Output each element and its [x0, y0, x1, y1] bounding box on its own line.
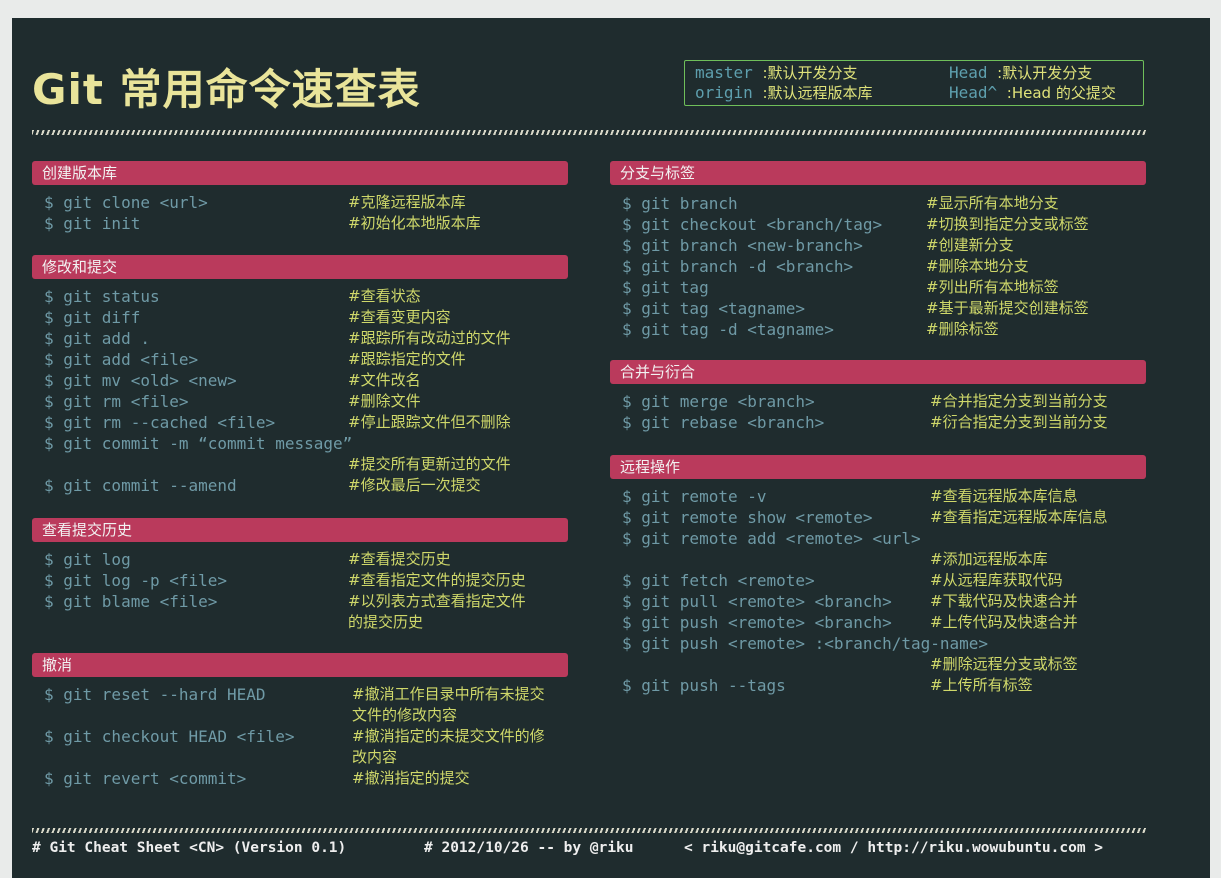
top-divider [32, 130, 1146, 135]
command-description: #删除文件 [348, 392, 421, 410]
legend-value: :默认开发分支 [997, 64, 1093, 82]
legend-key: master [695, 63, 763, 82]
footer-version: # Git Cheat Sheet <CN> (Version 0.1) [32, 840, 347, 856]
footer-contact: < riku@gitcafe.com / http://riku.wowubun… [684, 840, 1104, 856]
command-text: $ git status [44, 287, 160, 306]
command-text: $ git push <remote> :<branch/tag-name> [622, 634, 989, 653]
command-text: $ git clone <url> [44, 193, 208, 212]
command-text: $ git rm --cached <file> [44, 413, 276, 432]
page-title: Git 常用命令速查表 [32, 65, 421, 114]
command-text: $ git add <file> [44, 350, 199, 369]
legend-item: Head :默认开发分支 [949, 63, 1092, 83]
legend-item: Head^ :Head 的父提交 [949, 83, 1116, 103]
command-description: #基于最新提交创建标签 [926, 299, 1089, 317]
command-text: $ git revert <commit> [44, 769, 247, 788]
command-description: #从远程库获取代码 [930, 571, 1063, 589]
legend-key: origin [695, 83, 763, 102]
section-header-branch: 分支与标签 [610, 161, 1146, 185]
command-text: $ git add . [44, 329, 150, 348]
section-header-merge: 合并与衍合 [610, 360, 1146, 384]
command-text: $ git pull <remote> <branch> [622, 592, 892, 611]
command-text: $ git log [44, 550, 131, 569]
section-header-create: 创建版本库 [32, 161, 568, 185]
command-description: 改内容 [352, 748, 398, 766]
command-description: #以列表方式查看指定文件 [348, 592, 526, 610]
legend-value: :Head 的父提交 [1006, 84, 1116, 102]
command-description: #添加远程版本库 [930, 550, 1048, 568]
command-text: $ git remote -v [622, 487, 767, 506]
command-description: #查看指定文件的提交历史 [348, 571, 526, 589]
command-description: #删除标签 [926, 320, 999, 338]
command-text: $ git log -p <file> [44, 571, 228, 590]
legend-value: :默认开发分支 [762, 64, 858, 82]
command-description: #修改最后一次提交 [348, 476, 481, 494]
command-text: $ git remote add <remote> <url> [622, 529, 921, 548]
command-description: #初始化本地版本库 [348, 214, 481, 232]
command-text: $ git tag [622, 278, 709, 297]
bottom-divider [32, 828, 1146, 833]
command-description: 文件的修改内容 [352, 706, 458, 724]
command-text: $ git commit -m “commit message” [44, 434, 353, 453]
command-description: #跟踪所有改动过的文件 [348, 329, 511, 347]
command-description: #查看远程版本库信息 [930, 487, 1078, 505]
command-description: #查看变更内容 [348, 308, 451, 326]
command-text: $ git reset --hard HEAD [44, 685, 266, 704]
command-text: $ git push --tags [622, 676, 786, 695]
command-text: $ git branch -d <branch> [622, 257, 854, 276]
command-description: #撤消指定的未提交文件的修 [352, 727, 545, 745]
section-header-remote: 远程操作 [610, 455, 1146, 479]
command-text: $ git commit --amend [44, 476, 237, 495]
command-text: $ git tag <tagname> [622, 299, 806, 318]
command-text: $ git tag -d <tagname> [622, 320, 834, 339]
command-description: #删除远程分支或标签 [930, 655, 1078, 673]
legend-value: :默认远程版本库 [762, 84, 873, 102]
command-description: #合并指定分支到当前分支 [930, 392, 1108, 410]
command-text: $ git mv <old> <new> [44, 371, 237, 390]
command-description: #跟踪指定的文件 [348, 350, 466, 368]
command-description: #查看状态 [348, 287, 421, 305]
command-description: #上传代码及快速合并 [930, 613, 1078, 631]
command-text: $ git init [44, 214, 141, 233]
command-text: $ git blame <file> [44, 592, 218, 611]
command-text: $ git rm <file> [44, 392, 189, 411]
command-description: #停止跟踪文件但不删除 [348, 413, 511, 431]
section-header-history: 查看提交历史 [32, 518, 568, 542]
command-description: #查看指定远程版本库信息 [930, 508, 1108, 526]
footer-date-author: # 2012/10/26 -- by @riku [424, 840, 634, 856]
command-description: #上传所有标签 [930, 676, 1033, 694]
command-description: #下载代码及快速合并 [930, 592, 1078, 610]
command-description: #列出所有本地标签 [926, 278, 1059, 296]
command-text: $ git branch <new-branch> [622, 236, 863, 255]
section-header-modify: 修改和提交 [32, 255, 568, 279]
command-description: #显示所有本地分支 [926, 194, 1059, 212]
section-header-undo: 撤消 [32, 653, 568, 677]
command-text: $ git diff [44, 308, 141, 327]
legend-item: origin :默认远程版本库 [695, 83, 873, 103]
command-description: #撤消工作目录中所有未提交 [352, 685, 545, 703]
command-description: #删除本地分支 [926, 257, 1029, 275]
legend-box: master :默认开发分支 origin :默认远程版本库 Head :默认开… [684, 60, 1144, 106]
command-text: $ git merge <branch> [622, 392, 815, 411]
command-description: #查看提交历史 [348, 550, 451, 568]
command-text: $ git checkout <branch/tag> [622, 215, 883, 234]
command-text: $ git rebase <branch> [622, 413, 825, 432]
command-text: $ git branch [622, 194, 738, 213]
command-text: $ git checkout HEAD <file> [44, 727, 295, 746]
command-description: #撤消指定的提交 [352, 769, 470, 787]
cheat-sheet: Git 常用命令速查表 master :默认开发分支 origin :默认远程版… [12, 18, 1210, 878]
command-description: #切换到指定分支或标签 [926, 215, 1089, 233]
command-text: $ git push <remote> <branch> [622, 613, 892, 632]
command-description: #衍合指定分支到当前分支 [930, 413, 1108, 431]
command-description: 的提交历史 [348, 613, 424, 631]
legend-key: Head [949, 63, 998, 82]
command-description: #克隆远程版本库 [348, 193, 466, 211]
command-text: $ git fetch <remote> [622, 571, 815, 590]
legend-item: master :默认开发分支 [695, 63, 858, 83]
legend-key: Head^ [949, 83, 1007, 102]
command-description: #创建新分支 [926, 236, 1014, 254]
command-description: #文件改名 [348, 371, 421, 389]
command-description: #提交所有更新过的文件 [348, 455, 511, 473]
command-text: $ git remote show <remote> [622, 508, 873, 527]
